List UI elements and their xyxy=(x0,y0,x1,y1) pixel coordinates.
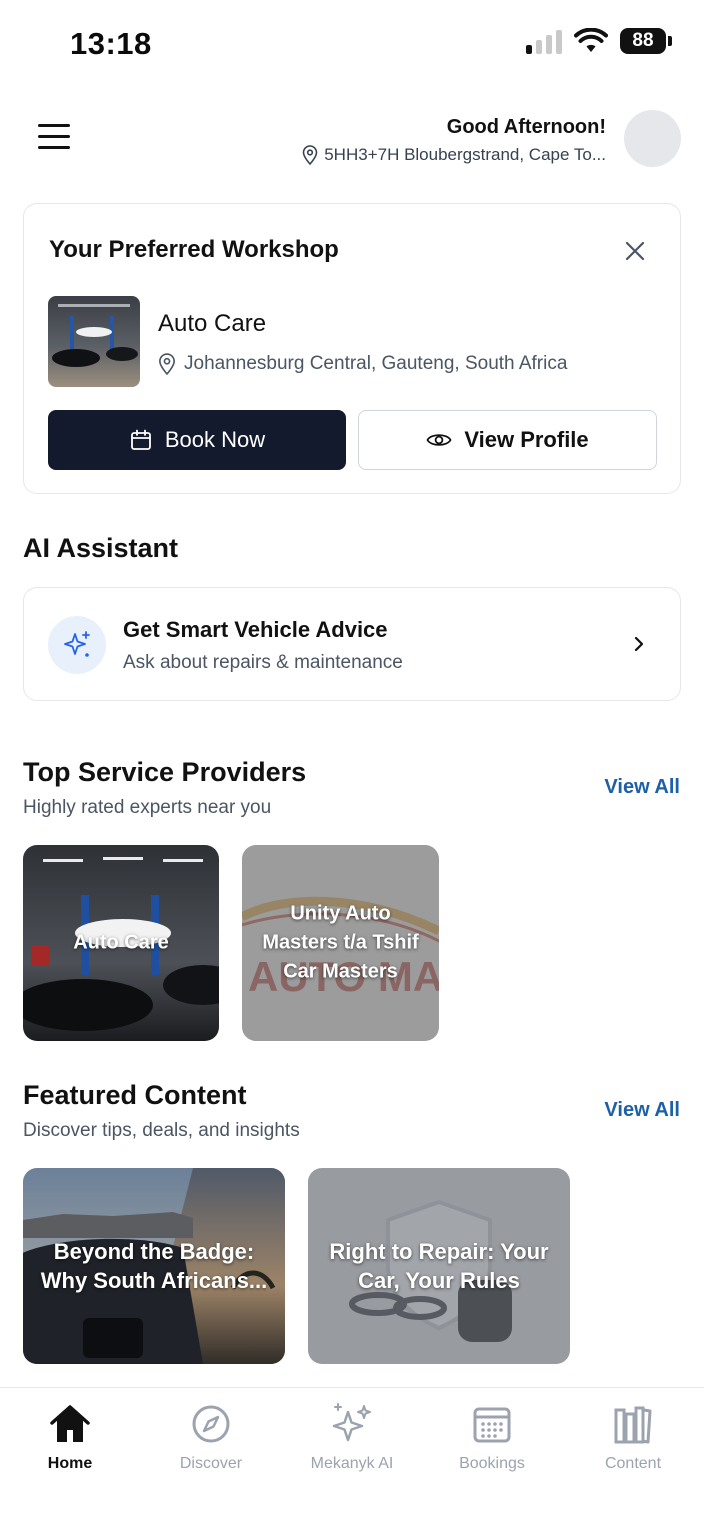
sparkles-icon xyxy=(332,1403,371,1442)
greeting-block: Good Afternoon! 5HH3+7H Bloubergstrand, … xyxy=(302,116,606,165)
featured-heading: Featured Content xyxy=(23,1080,247,1110)
calendar-icon xyxy=(130,429,151,450)
greeting-title: Good Afternoon! xyxy=(446,116,606,138)
nav-home[interactable]: Home xyxy=(10,1402,130,1473)
map-pin-icon xyxy=(302,145,318,165)
workshop-thumbnail xyxy=(48,296,140,387)
provider-name: Unity Auto Masters t/a Tshif Car Masters xyxy=(262,902,419,983)
eye-icon xyxy=(426,434,452,446)
featured-view-all-link[interactable]: View All xyxy=(604,1099,680,1122)
avatar[interactable] xyxy=(624,110,681,167)
home-icon xyxy=(50,1405,90,1442)
ai-assistant-heading: AI Assistant xyxy=(23,533,179,563)
providers-view-all-link[interactable]: View All xyxy=(604,776,680,799)
cellular-signal-icon xyxy=(526,28,562,54)
view-profile-label: View Profile xyxy=(464,427,589,452)
nav-mekanyk-ai[interactable]: Mekanyk AI xyxy=(292,1402,412,1473)
nav-discover[interactable]: Discover xyxy=(151,1402,271,1473)
menu-icon[interactable] xyxy=(38,124,70,150)
close-icon[interactable] xyxy=(624,240,646,262)
provider-card-auto-care[interactable]: Auto Care xyxy=(23,845,219,1041)
sparkles-icon xyxy=(64,631,90,657)
ai-card-title: Get Smart Vehicle Advice xyxy=(123,617,388,642)
current-location[interactable]: 5HH3+7H Bloubergstrand, Cape To... xyxy=(302,145,606,165)
book-now-label: Book Now xyxy=(164,427,266,452)
status-time: 13:18 xyxy=(70,26,152,61)
compass-icon xyxy=(192,1405,230,1443)
nav-bookings[interactable]: Bookings xyxy=(432,1402,552,1473)
content-card-right-to-repair[interactable]: Right to Repair: Your Car, Your Rules xyxy=(308,1168,570,1364)
nav-label: Bookings xyxy=(459,1455,525,1472)
ai-advice-card[interactable]: Get Smart Vehicle Advice Ask about repai… xyxy=(23,587,681,701)
nav-content[interactable]: Content xyxy=(573,1402,693,1473)
book-now-button[interactable]: Book Now xyxy=(48,410,346,470)
nav-label: Home xyxy=(47,1455,93,1472)
books-icon xyxy=(614,1406,652,1444)
nav-label: Content xyxy=(604,1455,662,1472)
battery-level: 88 xyxy=(632,30,654,51)
map-pin-icon xyxy=(159,353,175,375)
chevron-right-icon xyxy=(634,636,644,652)
bottom-navigation: Home Discover Mekanyk AI Bookings Conten… xyxy=(0,1387,704,1520)
preferred-workshop-card: Your Preferred Workshop Auto Care Johann… xyxy=(23,203,681,494)
status-bar: 13:18 88 xyxy=(0,0,704,90)
featured-subtitle: Discover tips, deals, and insights xyxy=(23,1120,300,1141)
workshop-location-text: Johannesburg Central, Gauteng, South Afr… xyxy=(184,353,568,374)
wifi-icon xyxy=(574,28,608,52)
workshop-location: Johannesburg Central, Gauteng, South Afr… xyxy=(158,353,567,375)
workshop-name[interactable]: Auto Care xyxy=(158,310,266,338)
content-card-beyond-the-badge[interactable]: Beyond the Badge: Why South Africans... xyxy=(23,1168,285,1364)
providers-heading: Top Service Providers xyxy=(23,757,307,787)
providers-subtitle: Highly rated experts near you xyxy=(23,797,272,818)
battery-icon: 88 xyxy=(620,28,672,54)
content-title: Beyond the Badge: Why South Africans... xyxy=(40,1239,268,1293)
content-title: Right to Repair: Your Car, Your Rules xyxy=(329,1239,549,1293)
workshop-card-title: Your Preferred Workshop xyxy=(49,236,339,263)
ai-icon-badge xyxy=(48,616,106,674)
status-indicators: 88 xyxy=(526,28,672,54)
ai-card-subtitle: Ask about repairs & maintenance xyxy=(123,652,403,673)
nav-label: Mekanyk AI xyxy=(310,1455,394,1472)
provider-card-unity-auto-masters[interactable]: AUTO MAS Unity Auto Masters t/a Tshif Ca… xyxy=(242,845,439,1041)
nav-label: Discover xyxy=(179,1455,243,1472)
location-text: 5HH3+7H Bloubergstrand, Cape To... xyxy=(324,145,606,164)
calendar-icon xyxy=(473,1407,511,1443)
provider-name: Auto Care xyxy=(73,931,169,954)
view-profile-button[interactable]: View Profile xyxy=(358,410,657,470)
